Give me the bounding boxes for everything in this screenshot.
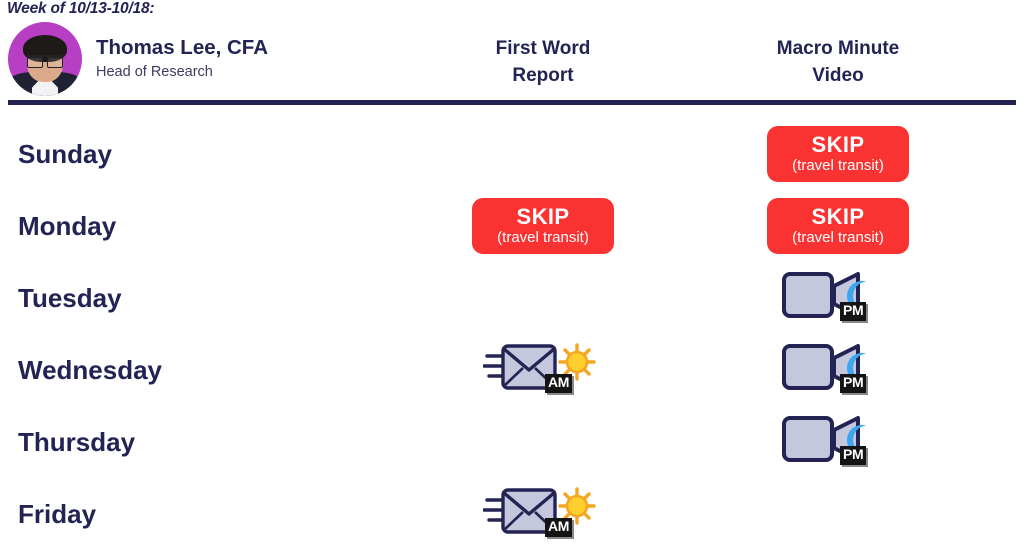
skip-reason: (travel transit) [497,229,589,247]
cell-macro-minute-video[interactable]: PM [738,262,938,334]
column-header-line1: Macro Minute [776,38,900,59]
analyst-text: Thomas Lee, CFA Head of Research [96,36,268,81]
am-tag: AM [545,374,573,393]
analyst-role: Head of Research [96,63,213,80]
camera-body [782,272,834,318]
schedule-row: Friday AM [0,478,1024,550]
macro-minute-video-icon: PM [778,412,898,472]
schedule-header: Thomas Lee, CFA Head of Research First W… [0,20,1024,102]
schedule-row: Wednesday AM PM [0,334,1024,406]
cell-first-word-report [443,406,643,478]
first-word-email-icon: AM [482,484,603,544]
day-label: Monday [18,210,117,241]
avatar [8,22,82,96]
schedule-row: Tuesday PM [0,262,1024,334]
skip-badge[interactable]: SKIP (travel transit) [767,198,909,254]
schedule-row: Thursday PM [0,406,1024,478]
skip-badge[interactable]: SKIP (travel transit) [472,198,614,254]
cell-macro-minute-video[interactable]: PM [738,334,938,406]
video-camera-icon [782,416,869,462]
avatar-glasses [27,55,63,64]
column-header-line2: Report [512,64,574,86]
column-header-line2: Video [812,64,864,86]
day-label: Wednesday [18,354,163,385]
cell-first-word-report[interactable]: AM [443,334,643,406]
schedule-row: Monday SKIP (travel transit) SKIP (trave… [0,190,1024,262]
camera-body [782,416,834,462]
header-divider [8,100,1016,105]
skip-title: SKIP [811,204,865,230]
skip-badge[interactable]: SKIP (travel transit) [767,126,909,182]
camera-body [782,344,834,390]
macro-minute-video-icon: PM [778,268,898,328]
column-header-first-word-report: First Word Report [443,36,643,90]
skip-reason: (travel transit) [792,157,884,175]
skip-title: SKIP [811,132,865,158]
am-tag: AM [545,518,573,537]
cell-first-word-report [443,118,643,190]
day-label: Friday [18,498,97,529]
video-camera-icon [782,344,869,390]
analyst-name: Thomas Lee, CFA [96,36,269,60]
first-word-email-icon: AM [482,340,603,400]
cell-first-word-report[interactable]: SKIP (travel transit) [443,190,643,262]
pm-tag: PM [840,446,867,465]
cell-first-word-report [443,262,643,334]
skip-reason: (travel transit) [792,229,884,247]
pm-tag: PM [840,302,867,321]
pm-tag: PM [840,374,867,393]
schedule-row: Sunday SKIP (travel transit) [0,118,1024,190]
day-label: Sunday [18,138,112,169]
analyst-block: Thomas Lee, CFA Head of Research [8,22,268,96]
skip-title: SKIP [516,204,570,230]
column-header-line1: First Word [495,38,591,59]
week-label: Week of 10/13-10/18: [7,0,155,17]
cell-macro-minute-video[interactable]: SKIP (travel transit) [738,118,938,190]
cell-macro-minute-video[interactable]: PM [738,406,938,478]
cell-first-word-report[interactable]: AM [443,478,643,550]
cell-macro-minute-video [738,478,938,550]
video-camera-icon [782,272,869,318]
day-label: Tuesday [18,282,122,313]
envelope-icon [482,343,596,390]
macro-minute-video-icon: PM [778,340,898,400]
column-header-macro-minute-video: Macro Minute Video [738,36,938,90]
cell-macro-minute-video[interactable]: SKIP (travel transit) [738,190,938,262]
day-label: Thursday [18,426,136,457]
envelope-icon [482,487,596,534]
